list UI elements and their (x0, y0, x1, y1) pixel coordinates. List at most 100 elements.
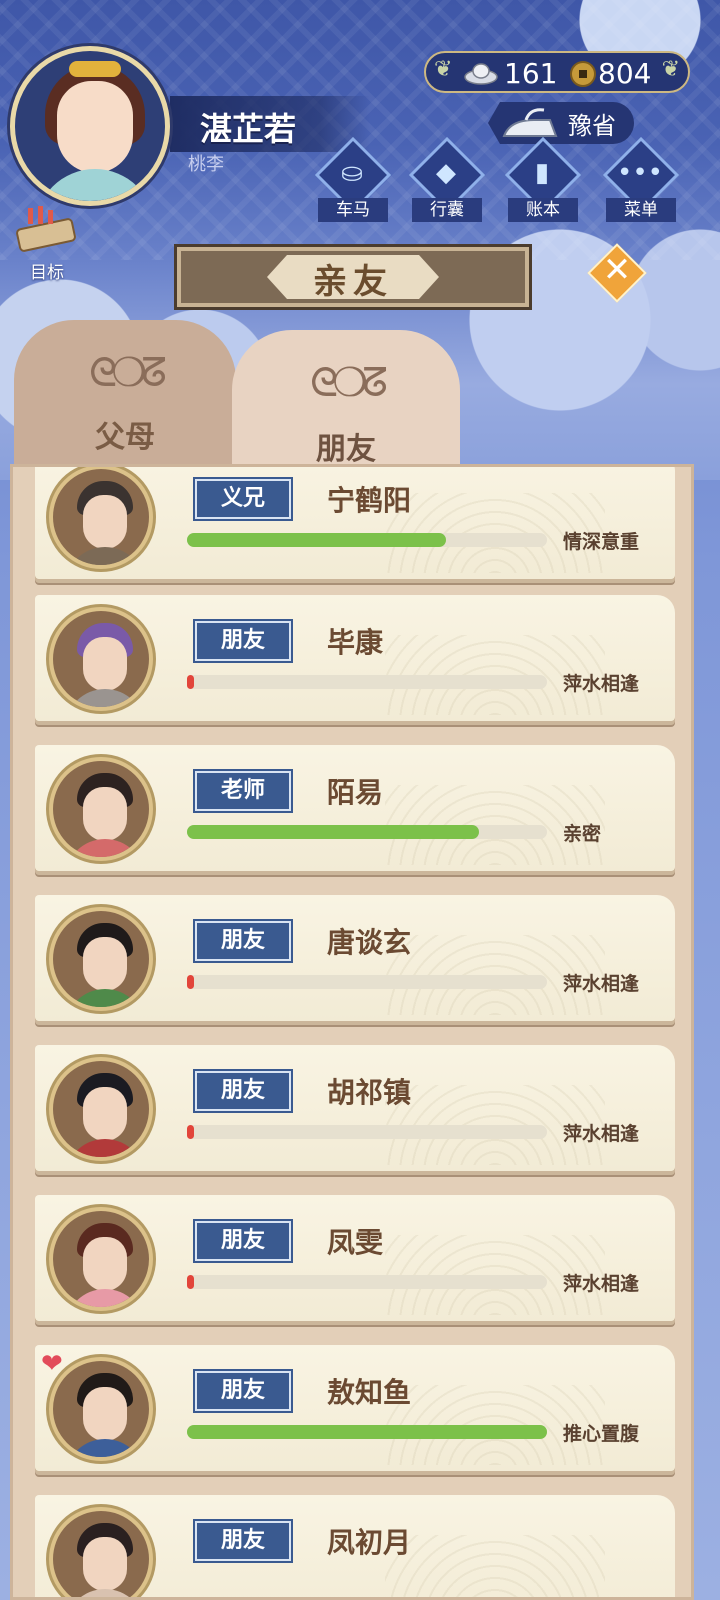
npc-portrait (49, 1207, 153, 1311)
relation-badge: 义兄 (195, 479, 291, 519)
scroll-icon[interactable] (14, 206, 78, 252)
list-item[interactable]: 朋友 凤雯 萍水相逢 (35, 1195, 675, 1321)
list-item[interactable]: 朋友 凤初月 (35, 1495, 675, 1597)
avatar-face (57, 81, 133, 173)
affinity-fill (187, 1275, 195, 1289)
affinity-fill (187, 825, 479, 839)
portrait-robe (65, 689, 145, 707)
location-label[interactable]: 豫省 (568, 106, 616, 141)
affinity-level: 推心置腹 (563, 1423, 640, 1445)
npc-name: 毕康 (327, 626, 384, 659)
portrait-face (83, 787, 127, 841)
relation-badge: 朋友 (195, 621, 291, 661)
close-button[interactable]: ✕ (587, 243, 647, 303)
bamboo-left-icon: ❦ (434, 57, 453, 82)
list-item[interactable]: 朋友 毕康 萍水相逢 (35, 595, 675, 721)
currency-bar: ❦ 161 804 ❦ (424, 51, 690, 93)
npc-portrait (49, 467, 153, 569)
bag-label: 行囊 (412, 198, 482, 222)
npc-name: 敖知鱼 (327, 1376, 412, 1409)
ledger-label: 账本 (508, 198, 578, 222)
player-name: 湛芷若 (200, 110, 297, 148)
relation-badge: 朋友 (195, 1071, 291, 1111)
affinity-level: 萍水相逢 (563, 1273, 640, 1295)
list-item[interactable]: 朋友 胡祁镇 萍水相逢 (35, 1045, 675, 1171)
npc-portrait (49, 1507, 153, 1597)
relation-badge: 朋友 (195, 1521, 291, 1561)
bag-button[interactable]: ◆ 行囊 (406, 136, 486, 222)
ledger-button[interactable]: ▮ 账本 (502, 136, 582, 222)
carriage-label: 车马 (318, 198, 388, 222)
portrait-robe (65, 1589, 145, 1597)
npc-name: 胡祁镇 (327, 1076, 412, 1109)
portrait-robe (65, 989, 145, 1007)
silver-ingot-icon (464, 63, 498, 85)
goal-label[interactable]: 目标 (30, 258, 64, 283)
player-avatar[interactable] (10, 46, 170, 206)
list-item[interactable]: 老师 陌易 亲密 (35, 745, 675, 871)
relation-badge: 老师 (195, 771, 291, 811)
relation-badge: 朋友 (195, 921, 291, 961)
portrait-robe (65, 839, 145, 857)
carriage-icon: ⛀ (341, 158, 363, 188)
portrait-face (83, 1237, 127, 1291)
iron-icon (502, 108, 558, 137)
portrait-face (83, 637, 127, 691)
affinity-level: 萍水相逢 (563, 673, 640, 695)
npc-portrait (49, 757, 153, 861)
menu-label: 菜单 (606, 198, 676, 222)
npc-name: 陌易 (327, 776, 384, 809)
portrait-face (83, 1087, 127, 1141)
menu-button[interactable]: ••• 菜单 (600, 136, 680, 222)
affinity-fill (187, 675, 195, 689)
tab-parents[interactable]: ᘓ❍ᘔ 父母 (14, 320, 236, 470)
portrait-face (83, 937, 127, 991)
relation-badge: 朋友 (195, 1371, 291, 1411)
wave-pattern (385, 1535, 605, 1597)
cloud-ornament-icon: ᘓ❍ᘔ (89, 350, 167, 396)
npc-name: 唐谈玄 (327, 926, 412, 959)
portrait-robe (65, 1139, 145, 1157)
tab-friends[interactable]: ᘓ❍ᘔ 朋友 (232, 330, 460, 474)
portrait-robe (65, 1439, 145, 1457)
npc-portrait (49, 1357, 153, 1461)
affinity-bar (187, 1425, 547, 1439)
portrait-face (83, 1537, 127, 1591)
list-item[interactable]: 朋友 唐谈玄 萍水相逢 (35, 895, 675, 1021)
affinity-fill (187, 1125, 195, 1139)
portrait-face (83, 1387, 127, 1441)
silver-amount: 161 (504, 57, 558, 90)
affinity-level: 情深意重 (563, 531, 640, 553)
affinity-level: 亲密 (563, 823, 602, 845)
npc-portrait (49, 907, 153, 1011)
affinity-fill (187, 1425, 547, 1439)
affinity-bar (187, 1125, 547, 1139)
list-item[interactable]: 义兄 宁鹤阳 情深意重 (35, 467, 675, 579)
close-icon: ✕ (602, 250, 632, 290)
npc-portrait (49, 607, 153, 711)
npc-portrait (49, 1057, 153, 1161)
bag-icon: ◆ (436, 158, 456, 188)
portrait-robe (65, 1289, 145, 1307)
affinity-fill (187, 975, 195, 989)
cloud-ornament-icon: ᘓ❍ᘔ (310, 360, 388, 406)
friends-list[interactable]: 义兄 宁鹤阳 情深意重 朋友 毕康 萍水相逢 老师 陌易 亲密 朋友 唐谈玄 萍… (10, 464, 694, 1600)
npc-name: 宁鹤阳 (327, 484, 412, 517)
affinity-bar (187, 1275, 547, 1289)
carriage-button[interactable]: ⛀ 车马 (312, 136, 392, 222)
panel-title: 亲友 (313, 262, 393, 302)
affinity-bar (187, 975, 547, 989)
affinity-bar (187, 533, 547, 547)
npc-name: 凤雯 (327, 1226, 384, 1259)
relation-badge: 朋友 (195, 1221, 291, 1261)
ledger-icon: ▮ (534, 158, 550, 188)
list-item[interactable]: ❤ 朋友 敖知鱼 推心置腹 (35, 1345, 675, 1471)
coin-amount: 804 (598, 57, 652, 90)
more-icon: ••• (616, 158, 663, 188)
portrait-face (83, 495, 127, 549)
affinity-level: 萍水相逢 (563, 1123, 640, 1145)
avatar-crown (69, 61, 121, 77)
affinity-bar (187, 675, 547, 689)
tab-parents-label: 父母 (95, 420, 155, 455)
bamboo-right-icon: ❦ (661, 57, 680, 82)
